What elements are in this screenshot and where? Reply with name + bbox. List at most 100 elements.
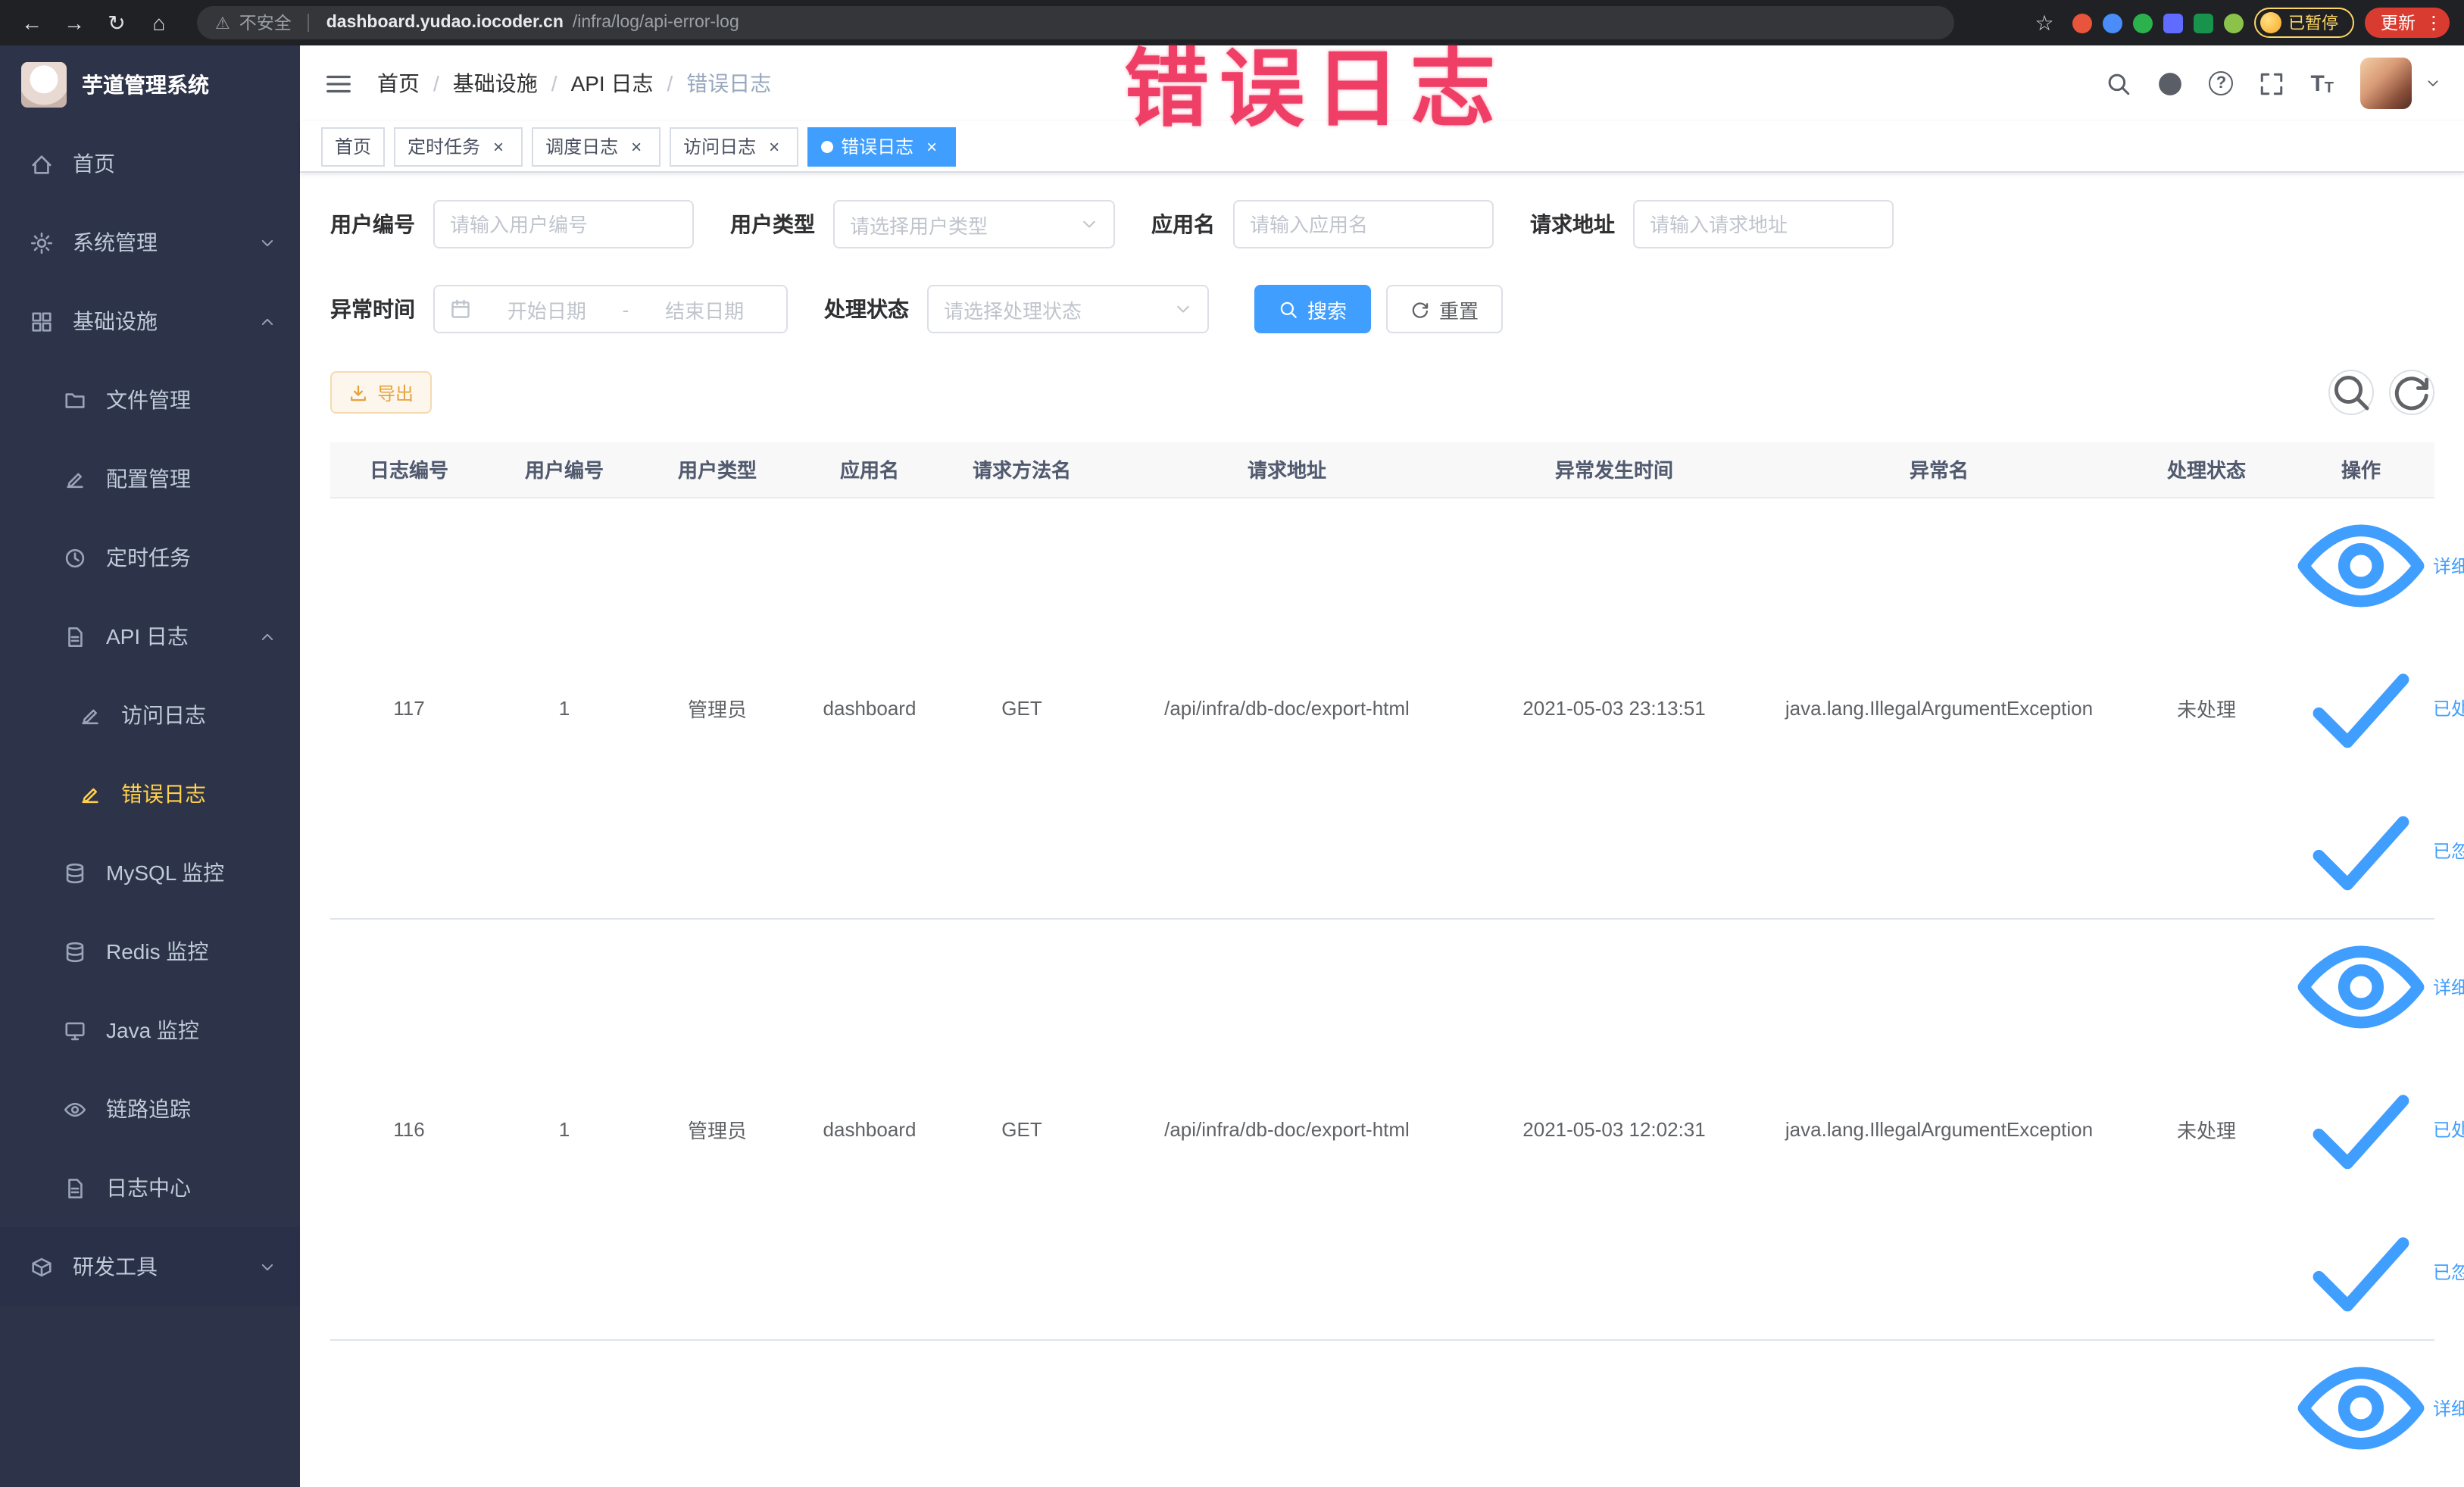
tab-item[interactable]: 首页 (321, 127, 386, 166)
caret-down-icon[interactable] (2425, 76, 2440, 91)
exception-time-range-input[interactable]: 开始日期 - 结束日期 (433, 285, 788, 333)
folder-icon (64, 389, 86, 411)
tab-close-icon[interactable]: × (921, 136, 942, 157)
sidebar-item[interactable]: API 日志 (0, 597, 300, 676)
tab-close-icon[interactable]: × (626, 136, 647, 157)
cell-actions: 详细已处理已忽略 (2288, 497, 2464, 919)
search-button[interactable]: 搜索 (1254, 285, 1372, 333)
security-label: 不安全 (239, 15, 292, 33)
tab-active[interactable]: 错误日志 × (807, 127, 957, 166)
action-detail-link[interactable]: 详细 (2294, 1340, 2464, 1475)
end-date-placeholder: 结束日期 (665, 299, 745, 322)
reset-button[interactable]: 重置 (1386, 285, 1504, 333)
breadcrumb-item[interactable]: API 日志 (571, 68, 654, 98)
cell-exception: java.lang.IllegalArgumentException (1753, 918, 2125, 1340)
fullscreen-icon[interactable] (2259, 70, 2284, 96)
breadcrumb-separator: / (667, 71, 673, 95)
bookmark-star-icon[interactable]: ☆ (2028, 10, 2061, 36)
process-status-select[interactable]: 请选择处理状态 (927, 285, 1209, 333)
help-icon[interactable]: ? (2209, 71, 2234, 95)
sidebar-item[interactable]: 配置管理 (0, 439, 300, 518)
paused-label: 已暂停 (2288, 15, 2338, 33)
filter-label-exception-time: 异常时间 (330, 297, 415, 321)
profile-paused-badge[interactable]: 已暂停 (2253, 8, 2353, 38)
table-body: 117 1 管理员 dashboard GET/api/infra/db-doc/exp… (330, 497, 2464, 1487)
sidebar-item[interactable]: 首页 (0, 124, 300, 203)
extension-icon[interactable] (2193, 13, 2213, 33)
sidebar-item-label: Redis 监控 (106, 939, 209, 964)
sidebar-menu: 首页 系统管理 基础设施 文件管理 配置管理 定时任务 API 日志 访问日志 错误日志 MySQ… (0, 124, 300, 1306)
tab-label: 定时任务 (408, 136, 481, 158)
extension-icon[interactable] (2132, 13, 2152, 33)
log-icon (64, 1176, 86, 1199)
back-icon[interactable]: ← (15, 11, 48, 35)
column-header: 用户类型 (641, 442, 794, 498)
tab-item[interactable]: 调度日志 × (532, 127, 661, 166)
cell-app: dashboard (794, 497, 945, 919)
search-icon[interactable] (2106, 70, 2131, 96)
extension-icon[interactable] (2102, 13, 2122, 33)
navbar-actions: ? TT (2106, 58, 2440, 109)
sidebar-item-active[interactable]: 错误日志 (0, 754, 300, 833)
action-ignored-link[interactable]: 已忽略 (2294, 1204, 2464, 1339)
action-detail-link[interactable]: 详细 (2294, 919, 2464, 1054)
sidebar-item[interactable]: 访问日志 (0, 676, 300, 754)
cell-id: 115 (330, 1339, 488, 1487)
user-type-select[interactable]: 请选择用户类型 (833, 200, 1115, 248)
sidebar-item-label: Java 监控 (106, 1018, 199, 1042)
extension-icon[interactable] (2072, 13, 2091, 33)
toggle-search-button[interactable] (2328, 370, 2373, 415)
sidebar-item[interactable]: MySQL 监控 (0, 833, 300, 912)
table-header-row: 日志编号 用户编号 用户类型 应用名 请求方法名 请求地址 异常发生时间 异常名 处理状态 操作 (330, 442, 2434, 498)
tab-close-icon[interactable]: × (488, 136, 509, 157)
cell-id: 116 (330, 918, 488, 1340)
reload-icon[interactable]: ↻ (100, 10, 133, 36)
user-id-input[interactable] (433, 200, 694, 248)
tab-close-icon[interactable]: × (764, 136, 785, 157)
sidebar-item[interactable]: 日志中心 (0, 1148, 300, 1227)
user-avatar[interactable] (2359, 58, 2411, 109)
divider (308, 14, 310, 32)
sidebar-item[interactable]: 系统管理 (0, 203, 300, 282)
breadcrumb-item[interactable]: 首页 (377, 68, 420, 98)
sidebar-item-label: 研发工具 (73, 1254, 158, 1279)
app-name-input[interactable] (1233, 200, 1494, 248)
sidebar-item[interactable]: 基础设施 (0, 282, 300, 361)
tab-item[interactable]: 访问日志 × (670, 127, 799, 166)
address-bar[interactable]: ⚠ 不安全 dashboard.yudao.iocoder.cn/infra/l… (197, 6, 1954, 39)
breadcrumb-item[interactable]: 基础设施 (453, 68, 538, 98)
sidebar-item[interactable]: Redis 监控 (0, 912, 300, 991)
forward-icon[interactable]: → (58, 11, 91, 35)
action-processed-link[interactable]: 已处理 (2294, 640, 2464, 775)
filter-label-request-url: 请求地址 (1530, 212, 1615, 236)
extension-icon[interactable] (2223, 13, 2243, 33)
cell-url: /api/infra/db-doc/export-html (1098, 497, 1476, 919)
action-ignored-link[interactable]: 已忽略 (2294, 783, 2464, 917)
browser-home-icon[interactable]: ⌂ (142, 11, 176, 35)
export-button[interactable]: 导出 (330, 371, 433, 414)
tab-item[interactable]: 定时任务 × (394, 127, 523, 166)
sidebar-item[interactable]: 研发工具 (0, 1227, 300, 1306)
action-detail-link[interactable]: 详细 (2294, 498, 2464, 633)
hamburger-icon[interactable] (324, 69, 353, 98)
request-url-input[interactable] (1633, 200, 1894, 248)
font-size-icon[interactable]: TT (2310, 70, 2334, 96)
select-placeholder: 请选择处理状态 (944, 299, 1082, 322)
extension-icon[interactable] (2163, 13, 2182, 33)
clock-icon (64, 546, 86, 569)
sidebar-item[interactable]: 定时任务 (0, 518, 300, 597)
action-processed-link[interactable]: 已处理 (2294, 1482, 2428, 1487)
github-icon[interactable] (2157, 70, 2183, 96)
sidebar-item[interactable]: 链路追踪 (0, 1070, 300, 1148)
cell-app: dashboard (794, 918, 945, 1340)
column-header: 请求方法名 (945, 442, 1098, 498)
refresh-table-button[interactable] (2388, 370, 2434, 415)
sidebar-logo[interactable]: 芋道管理系统 (0, 45, 300, 124)
sidebar-item[interactable]: Java 监控 (0, 991, 300, 1070)
sidebar-item[interactable]: 文件管理 (0, 361, 300, 439)
update-button[interactable]: 更新 ⋮ (2364, 8, 2449, 38)
database-icon (64, 861, 86, 884)
action-processed-link[interactable]: 已处理 (2294, 1061, 2464, 1196)
profile-avatar-icon (2259, 12, 2281, 33)
menu-kebab-icon[interactable]: ⋮ (2425, 12, 2443, 33)
